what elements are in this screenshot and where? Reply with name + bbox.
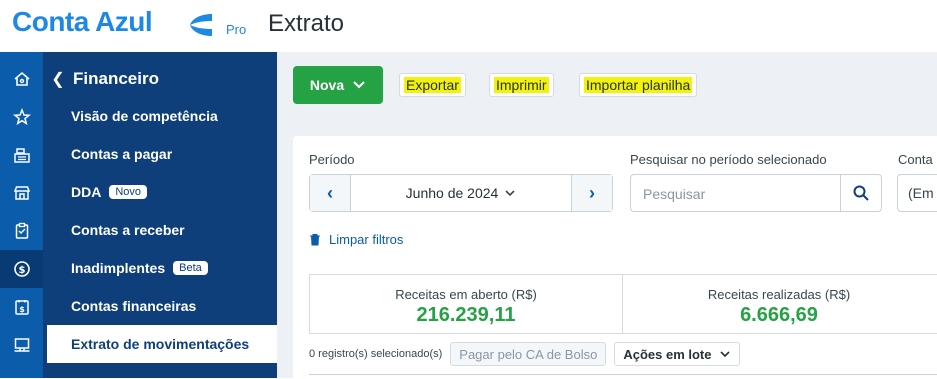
sidebar-item-label: DDA bbox=[71, 184, 102, 200]
new-button[interactable]: Nova bbox=[293, 66, 383, 104]
filters-card: Período ‹ Junho de 2024 › Pesquisar no p… bbox=[293, 136, 937, 378]
stat-title: Receitas em aberto (R$) bbox=[395, 287, 537, 302]
pay-button-label: Pagar pelo CA de Bolso bbox=[459, 346, 598, 362]
stat-title: Receitas realizadas (R$) bbox=[707, 287, 851, 302]
rail-tasks[interactable] bbox=[0, 212, 43, 250]
chevron-left-icon: ❮ bbox=[51, 71, 65, 88]
svg-text:$: $ bbox=[18, 265, 25, 276]
clear-filters-link[interactable]: Limpar filtros bbox=[309, 232, 403, 247]
search-label: Pesquisar no período selecionado bbox=[630, 152, 827, 167]
import-button-label: Importar planilha bbox=[584, 77, 693, 93]
top-bar: Conta Azul Pro Extrato bbox=[0, 0, 937, 52]
stat-receitas-realizadas: Receitas realizadas (R$) 6.666,69 bbox=[623, 275, 935, 333]
summary-panel: Receitas em aberto (R$) 216.239,11 Recei… bbox=[309, 274, 937, 334]
sidebar-item-label: Contas a receber bbox=[71, 222, 185, 238]
sidebar-item-label: Visão de competência bbox=[71, 108, 218, 124]
sidebar-item-inadimplentes[interactable]: Inadimplentes Beta bbox=[47, 249, 277, 287]
sidebar-item-dda[interactable]: DDA Novo bbox=[47, 173, 277, 211]
trash-icon bbox=[310, 234, 320, 246]
sidebar-item-extrato[interactable]: Extrato de movimentações bbox=[47, 325, 277, 363]
search-icon bbox=[853, 185, 869, 201]
chevron-left-icon: ‹ bbox=[327, 182, 333, 203]
sidebar-item-label: Extrato de movimentações bbox=[71, 336, 250, 352]
print-button-label: Imprimir bbox=[494, 77, 549, 93]
new-button-label: Nova bbox=[309, 77, 345, 93]
selected-count: 0 registro(s) selecionado(s) bbox=[309, 348, 443, 360]
rail-home[interactable] bbox=[0, 60, 43, 98]
search-input[interactable] bbox=[631, 175, 855, 213]
search-field bbox=[630, 174, 882, 213]
export-button-label: Exportar bbox=[404, 77, 461, 93]
account-label: Conta bbox=[898, 152, 933, 167]
search-button[interactable] bbox=[840, 175, 881, 211]
print-button[interactable]: Imprimir bbox=[489, 73, 554, 97]
sidebar: ❮ Financeiro Visão de competência Contas… bbox=[43, 52, 277, 378]
cash-register-icon bbox=[13, 148, 30, 163]
next-period-button[interactable]: › bbox=[571, 175, 612, 211]
home-icon bbox=[13, 71, 30, 86]
period-selector: ‹ Junho de 2024 › bbox=[309, 174, 613, 212]
pay-with-ca-bolso-button[interactable]: Pagar pelo CA de Bolso bbox=[450, 342, 607, 366]
beta-badge: Beta bbox=[173, 261, 208, 275]
icon-rail: $ $ bbox=[0, 52, 43, 378]
chevron-right-icon: › bbox=[589, 182, 595, 203]
star-icon bbox=[12, 108, 31, 126]
rail-financeiro[interactable]: $ bbox=[0, 250, 43, 288]
period-label: Período bbox=[309, 152, 355, 167]
store-icon bbox=[13, 186, 30, 200]
rail-store[interactable] bbox=[0, 174, 43, 212]
period-value: Junho de 2024 bbox=[405, 185, 499, 201]
brand-edition: Pro bbox=[226, 22, 247, 37]
main-content: Nova Exportar Imprimir Importar planilha… bbox=[277, 52, 937, 378]
brand-logo-icon bbox=[190, 14, 212, 36]
import-spreadsheet-button[interactable]: Importar planilha bbox=[579, 73, 698, 97]
dollar-circle-icon: $ bbox=[13, 261, 30, 277]
sidebar-item-contas-pagar[interactable]: Contas a pagar bbox=[47, 135, 277, 173]
sidebar-item-visao-competencia[interactable]: Visão de competência bbox=[47, 97, 277, 135]
sidebar-item-label: Contas a pagar bbox=[71, 146, 173, 162]
bulk-actions-dropdown[interactable]: Ações em lote bbox=[614, 342, 741, 366]
sidebar-header-label: Financeiro bbox=[73, 69, 159, 88]
rail-favorites[interactable] bbox=[0, 98, 43, 136]
new-badge: Novo bbox=[109, 185, 148, 199]
page-title: Extrato bbox=[268, 10, 345, 37]
sidebar-item-contas-financeiras[interactable]: Contas financeiras bbox=[47, 287, 277, 325]
clear-filters-label: Limpar filtros bbox=[329, 232, 404, 247]
sidebar-item-contas-receber[interactable]: Contas a receber bbox=[47, 211, 277, 249]
previous-period-button[interactable]: ‹ bbox=[310, 175, 351, 211]
account-select[interactable]: (Em bbox=[897, 174, 937, 212]
export-button[interactable]: Exportar bbox=[399, 73, 466, 97]
stat-value: 216.239,11 bbox=[416, 304, 516, 326]
monitor-icon bbox=[14, 338, 29, 352]
bulk-actions-label: Ações em lote bbox=[623, 346, 712, 362]
stat-receitas-aberto: Receitas em aberto (R$) 216.239,11 bbox=[310, 275, 622, 333]
invoice-dollar-icon: $ bbox=[14, 300, 29, 315]
brand-logo-text[interactable]: Conta Azul bbox=[12, 6, 153, 38]
bulk-actions-bar: 0 registro(s) selecionado(s) Pagar pelo … bbox=[309, 342, 741, 366]
table-header-divider bbox=[309, 374, 937, 379]
rail-sales[interactable] bbox=[0, 136, 43, 174]
rail-billing[interactable]: $ bbox=[0, 288, 43, 326]
sidebar-item-label: Contas financeiras bbox=[71, 298, 197, 314]
stat-value: 6.666,69 bbox=[740, 304, 818, 326]
chevron-down-icon bbox=[720, 351, 731, 358]
period-dropdown[interactable]: Junho de 2024 bbox=[350, 175, 572, 211]
chevron-down-icon bbox=[353, 81, 365, 89]
account-value: (Em bbox=[908, 185, 934, 201]
svg-text:$: $ bbox=[19, 305, 25, 314]
chevron-down-icon bbox=[505, 190, 515, 197]
sidebar-header[interactable]: ❮ Financeiro bbox=[43, 66, 277, 92]
rail-services[interactable] bbox=[0, 326, 43, 364]
sidebar-item-label: Inadimplentes bbox=[71, 260, 166, 276]
clipboard-icon bbox=[15, 222, 28, 239]
